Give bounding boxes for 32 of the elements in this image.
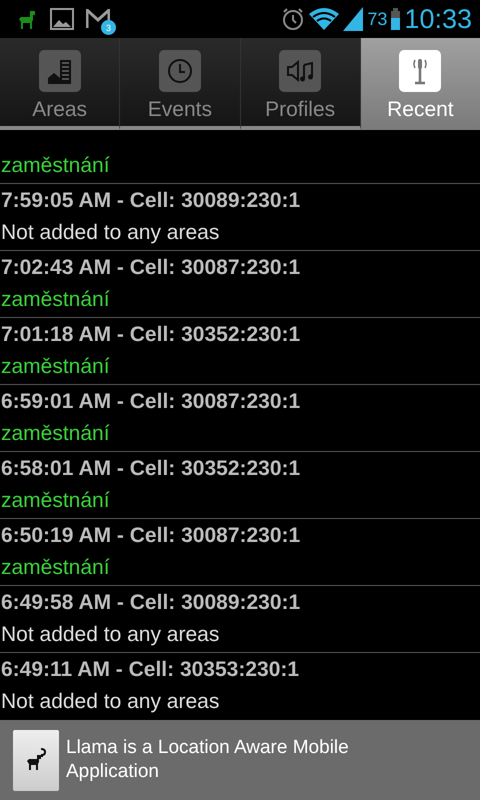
signal-icon <box>343 7 364 31</box>
entry-title: 6:58:01 AM - Cell: 30352:230:1 <box>1 456 302 480</box>
entry-title: 7:02:43 AM - Cell: 30087:230:1 <box>1 256 302 280</box>
entry-title: 6:59:01 AM - Cell: 30087:230:1 <box>1 390 302 414</box>
notification-badge: 3 <box>101 20 116 35</box>
llama-icon <box>16 8 38 30</box>
image-icon <box>50 8 74 30</box>
entry-area: zaměstnání <box>1 554 480 580</box>
entry-title: 6:49:58 AM - Cell: 30089:230:1 <box>1 590 302 614</box>
entry-area: zaměstnání <box>1 488 480 514</box>
entry-area: zaměstnání <box>1 420 480 446</box>
entry-area: zaměstnání <box>1 286 480 312</box>
battery-level: 73 <box>367 8 388 30</box>
entry-title: 6:50:19 AM - Cell: 30087:230:1 <box>1 524 302 548</box>
alarm-clock-icon <box>281 7 306 31</box>
battery-icon <box>391 8 400 30</box>
llama-question-icon[interactable] <box>13 730 59 790</box>
clock-time: 10:33 <box>404 4 472 34</box>
entry-title: 7:59:05 AM - Cell: 30089:230:1 <box>1 188 302 212</box>
entry-area: zaměstnání <box>1 152 480 178</box>
entry-area: Not added to any areas <box>1 220 480 246</box>
entry-area: zaměstnání <box>1 354 480 380</box>
tab[interactable]: Recent <box>360 38 480 130</box>
tab[interactable]: Areas <box>0 38 120 130</box>
entry-area: Not added to any areas <box>1 622 480 648</box>
banner-text: Llama is a Location Aware Mobile Application <box>66 736 350 784</box>
wifi-icon <box>309 7 340 31</box>
entry-title: 6:49:11 AM - Cell: 30353:230:1 <box>1 658 300 682</box>
entry-area: Not added to any areas <box>1 688 480 714</box>
tab[interactable]: Profiles <box>240 38 361 130</box>
tab[interactable]: Events <box>120 38 240 130</box>
entry-title: 7:01:18 AM - Cell: 30352:230:1 <box>1 322 302 346</box>
